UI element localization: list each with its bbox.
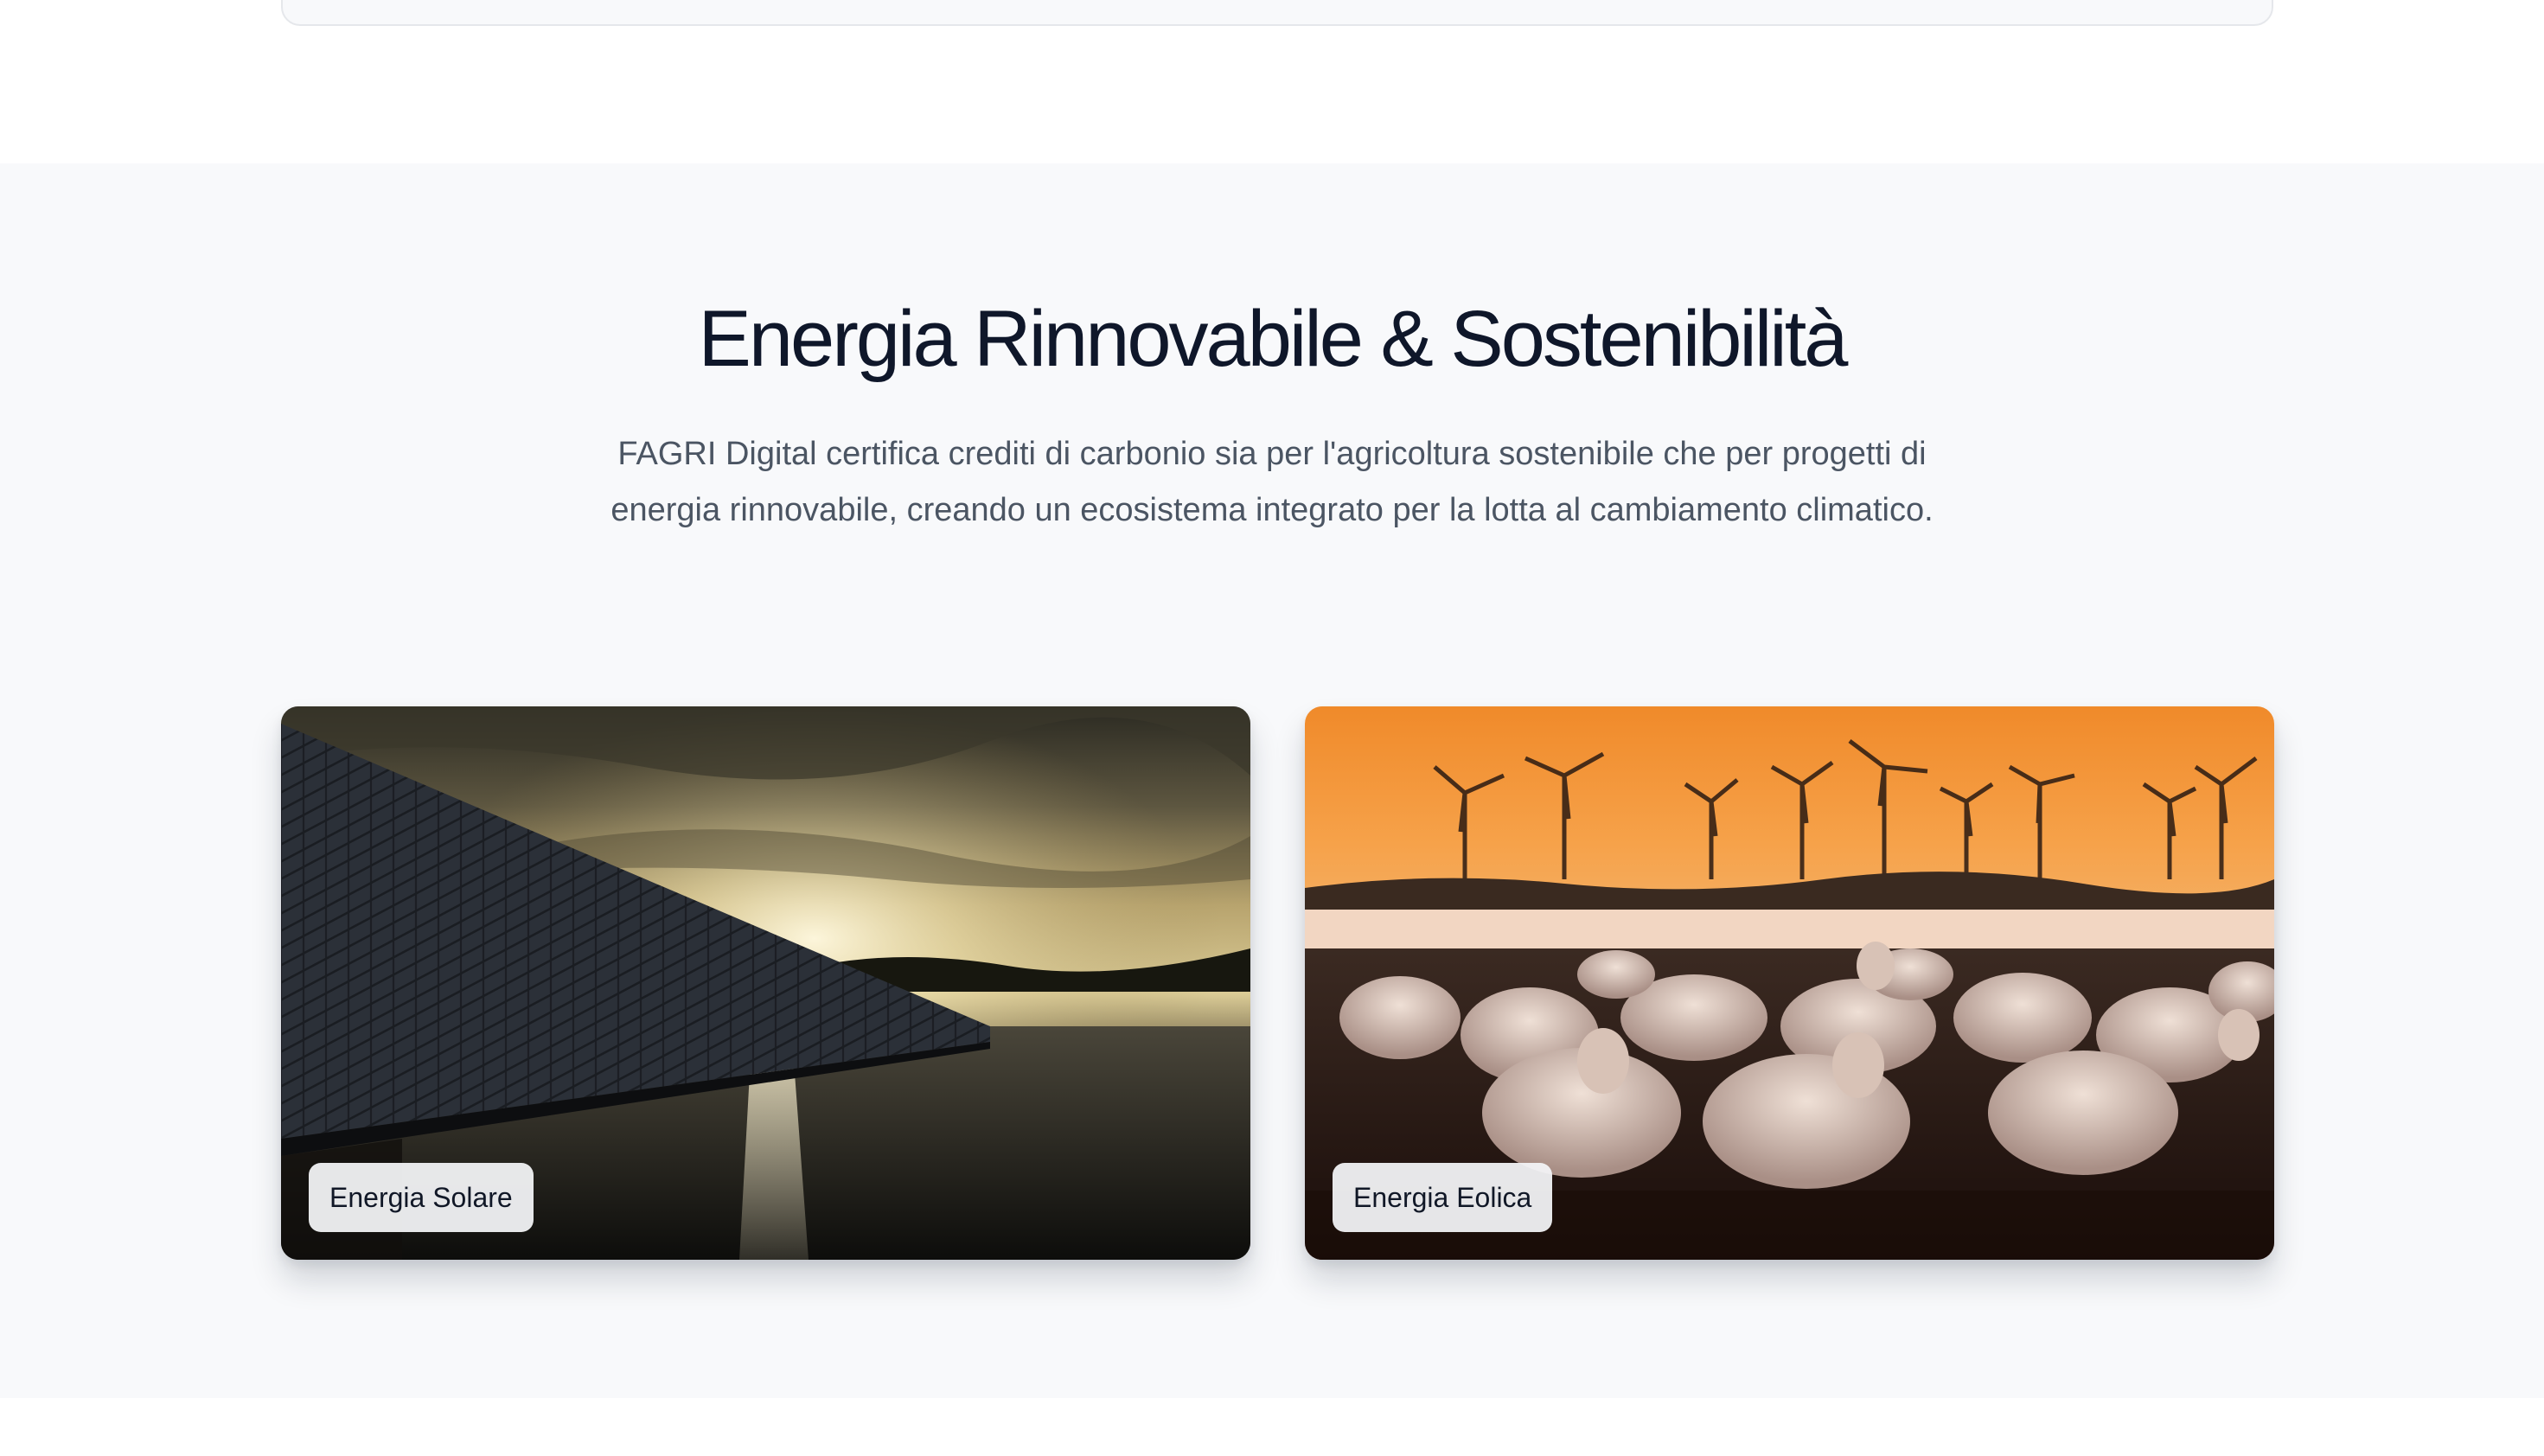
section-description: FAGRI Digital certifica crediti di carbo… [610,436,1934,528]
section-title: Energia Rinnovabile & Sostenibilità [698,295,1849,383]
wind-energy-label: Energia Eolica [1333,1163,1553,1232]
previous-section-card [281,0,2273,26]
solar-energy-label: Energia Solare [309,1163,534,1232]
wind-energy-card[interactable]: Energia Eolica [1305,706,2274,1260]
solar-energy-card[interactable]: Energia Solare [281,706,1250,1260]
